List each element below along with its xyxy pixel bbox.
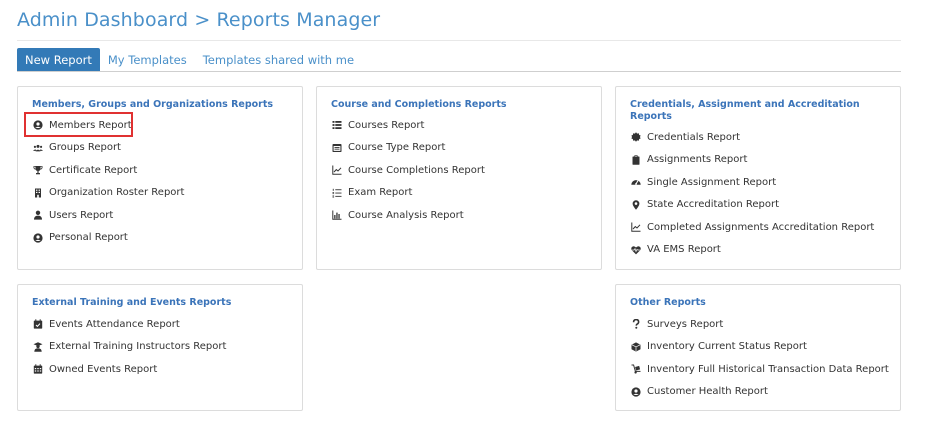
tab-new-report[interactable]: New Report [17, 48, 100, 72]
user-circle-icon [32, 232, 43, 243]
report-link-course-completions[interactable]: Course Completions Report [331, 159, 485, 182]
report-label: Credentials Report [647, 131, 741, 143]
tachometer-icon [630, 177, 641, 188]
report-link-events-attendance[interactable]: Events Attendance Report [32, 313, 226, 336]
question-icon [630, 319, 641, 330]
certificate-icon [630, 132, 641, 143]
report-link-external-training-instructors[interactable]: External Training Instructors Report [32, 336, 226, 359]
report-link-single-assignment[interactable]: Single Assignment Report [630, 171, 874, 194]
report-link-state-accreditation[interactable]: State Accreditation Report [630, 194, 874, 217]
report-link-assignments[interactable]: Assignments Report [630, 149, 874, 172]
report-link-exam[interactable]: Exam Report [331, 182, 485, 205]
tab-my-templates[interactable]: My Templates [100, 48, 195, 72]
report-link-certificate[interactable]: Certificate Report [32, 159, 184, 182]
report-link-inventory-current-status[interactable]: Inventory Current Status Report [630, 336, 889, 359]
report-link-customer-health[interactable]: Customer Health Report [630, 381, 889, 404]
card-course-completions: Course and Completions Reports Courses R… [316, 86, 602, 270]
report-label: Surveys Report [647, 318, 724, 330]
dolly-icon [630, 364, 641, 375]
report-label: Assignments Report [647, 154, 748, 166]
report-label: Completed Assignments Accreditation Repo… [647, 221, 875, 233]
card-title: Credentials, Assignment and Accreditatio… [630, 99, 860, 122]
card-title: Members, Groups and Organizations Report… [32, 99, 274, 110]
tabs-divider [17, 71, 901, 72]
report-link-completed-assignments-accreditation[interactable]: Completed Assignments Accreditation Repo… [630, 216, 874, 239]
card-other-reports: Other Reports Surveys Report Inventory C… [615, 284, 901, 411]
card-title: External Training and Events Reports [32, 297, 232, 308]
report-label: Organization Roster Report [49, 187, 185, 199]
report-label: Single Assignment Report [647, 176, 777, 188]
report-link-credentials[interactable]: Credentials Report [630, 126, 874, 149]
window-icon [331, 142, 342, 153]
report-tabs: New Report My Templates Templates shared… [17, 48, 362, 72]
card-credentials-accreditation: Credentials, Assignment and Accreditatio… [615, 86, 901, 270]
line-chart-icon [331, 165, 342, 176]
calendar-check-icon [32, 319, 43, 330]
report-link-users[interactable]: Users Report [32, 204, 184, 227]
report-link-course-analysis[interactable]: Course Analysis Report [331, 204, 485, 227]
report-label: VA EMS Report [647, 244, 721, 256]
report-label: Inventory Current Status Report [647, 341, 807, 353]
ordered-list-icon [331, 187, 342, 198]
line-chart-icon [630, 222, 641, 233]
card-title: Other Reports [630, 297, 706, 308]
report-link-personal[interactable]: Personal Report [32, 227, 184, 250]
report-label: Customer Health Report [647, 386, 768, 398]
card-title: Course and Completions Reports [331, 99, 507, 110]
report-link-groups[interactable]: Groups Report [32, 137, 184, 160]
trophy-icon [32, 165, 43, 176]
report-label: Owned Events Report [49, 363, 158, 375]
area-chart-icon [331, 210, 342, 221]
report-label: Course Analysis Report [348, 209, 464, 221]
calendar-icon [32, 364, 43, 375]
report-link-inventory-full-historical[interactable]: Inventory Full Historical Transaction Da… [630, 358, 889, 381]
members-report-highlight [24, 112, 133, 137]
report-label: Exam Report [348, 187, 413, 199]
report-label: External Training Instructors Report [49, 341, 227, 353]
report-label: State Accreditation Report [647, 199, 780, 211]
report-link-course-type[interactable]: Course Type Report [331, 137, 485, 160]
user-icon [32, 210, 43, 221]
tab-shared-templates[interactable]: Templates shared with me [195, 48, 362, 72]
report-link-courses[interactable]: Courses Report [331, 114, 485, 137]
building-icon [32, 187, 43, 198]
clipboard-icon [630, 154, 641, 165]
report-label: Events Attendance Report [49, 318, 180, 330]
map-marker-icon [630, 199, 641, 210]
title-divider [17, 40, 901, 41]
users-icon [32, 142, 43, 153]
card-external-training-events: External Training and Events Reports Eve… [17, 284, 303, 411]
heartbeat-icon [630, 244, 641, 255]
instructor-icon [32, 341, 43, 352]
report-label: Personal Report [49, 232, 128, 244]
report-link-owned-events[interactable]: Owned Events Report [32, 358, 226, 381]
report-label: Groups Report [49, 142, 121, 154]
box-icon [630, 341, 641, 352]
report-label: Inventory Full Historical Transaction Da… [647, 363, 889, 375]
page-title: Admin Dashboard > Reports Manager [17, 9, 381, 31]
report-link-organization-roster[interactable]: Organization Roster Report [32, 182, 184, 205]
report-label: Users Report [49, 209, 114, 221]
list-icon [331, 120, 342, 131]
report-label: Certificate Report [49, 164, 138, 176]
report-link-va-ems[interactable]: VA EMS Report [630, 239, 874, 262]
report-label: Courses Report [348, 119, 425, 131]
report-link-surveys[interactable]: Surveys Report [630, 313, 889, 336]
report-label: Course Type Report [348, 142, 446, 154]
user-circle-icon [630, 386, 641, 397]
report-label: Course Completions Report [348, 164, 485, 176]
